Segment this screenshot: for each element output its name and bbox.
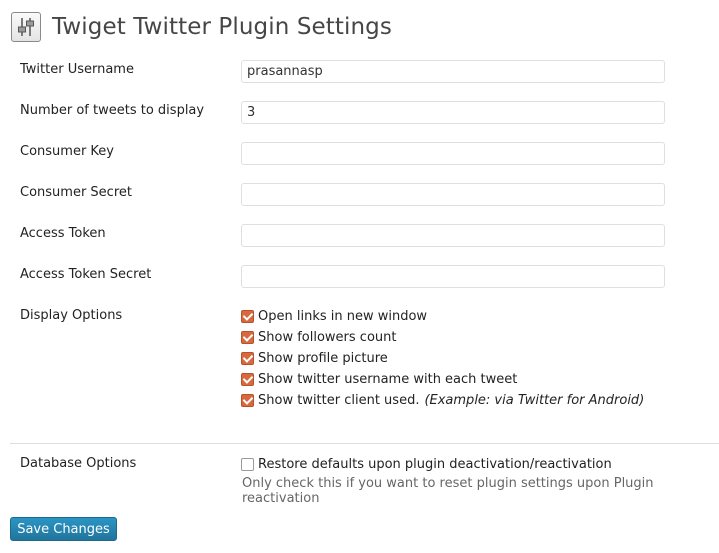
checkbox-checked-icon[interactable] [241, 393, 254, 407]
access-token-secret-input[interactable] [241, 265, 665, 288]
checkbox-checked-icon[interactable] [241, 309, 254, 323]
tweet-count-input[interactable] [241, 101, 665, 124]
twitter-username-input[interactable] [241, 60, 665, 83]
option-label: Show twitter client used. [258, 392, 420, 408]
checkbox-checked-icon[interactable] [241, 330, 254, 344]
option-open-links-new-window[interactable]: Open links in new window [241, 307, 427, 325]
option-show-twitter-client[interactable]: Show twitter client used. (Example: via … [241, 391, 644, 409]
tweet-count-label: Number of tweets to display [20, 103, 205, 118]
checkbox-unchecked-icon[interactable] [241, 457, 254, 471]
checkbox-checked-icon[interactable] [241, 351, 254, 365]
access-token-input[interactable] [241, 224, 665, 247]
display-options-label: Display Options [20, 308, 123, 323]
option-label: Show followers count [258, 329, 397, 345]
access-token-label: Access Token [20, 226, 106, 241]
consumer-secret-input[interactable] [241, 183, 665, 206]
section-divider [10, 443, 719, 444]
option-show-username-each-tweet[interactable]: Show twitter username with each tweet [241, 370, 517, 388]
settings-sliders-icon [11, 12, 41, 42]
page-title: Twiget Twitter Plugin Settings [52, 14, 392, 40]
option-restore-defaults[interactable]: Restore defaults upon plugin deactivatio… [241, 455, 612, 473]
restore-defaults-helper-text: Only check this if you want to reset plu… [242, 476, 654, 506]
consumer-secret-label: Consumer Secret [20, 185, 132, 200]
page-header: Twiget Twitter Plugin Settings [11, 9, 392, 45]
option-show-profile-picture[interactable]: Show profile picture [241, 349, 388, 367]
option-label: Show profile picture [258, 350, 388, 366]
option-label: Show twitter username with each tweet [258, 371, 518, 387]
option-label: Restore defaults upon plugin deactivatio… [258, 456, 612, 472]
checkbox-checked-icon[interactable] [241, 372, 254, 386]
consumer-key-input[interactable] [241, 142, 665, 165]
access-token-secret-label: Access Token Secret [20, 267, 152, 282]
option-example-text: (Example: via Twitter for Android) [424, 392, 645, 408]
save-changes-button[interactable]: Save Changes [10, 517, 117, 541]
option-show-followers-count[interactable]: Show followers count [241, 328, 396, 346]
consumer-key-label: Consumer Key [20, 144, 114, 159]
twitter-username-label: Twitter Username [20, 62, 134, 77]
database-options-label: Database Options [20, 456, 137, 471]
option-label: Open links in new window [258, 308, 428, 324]
